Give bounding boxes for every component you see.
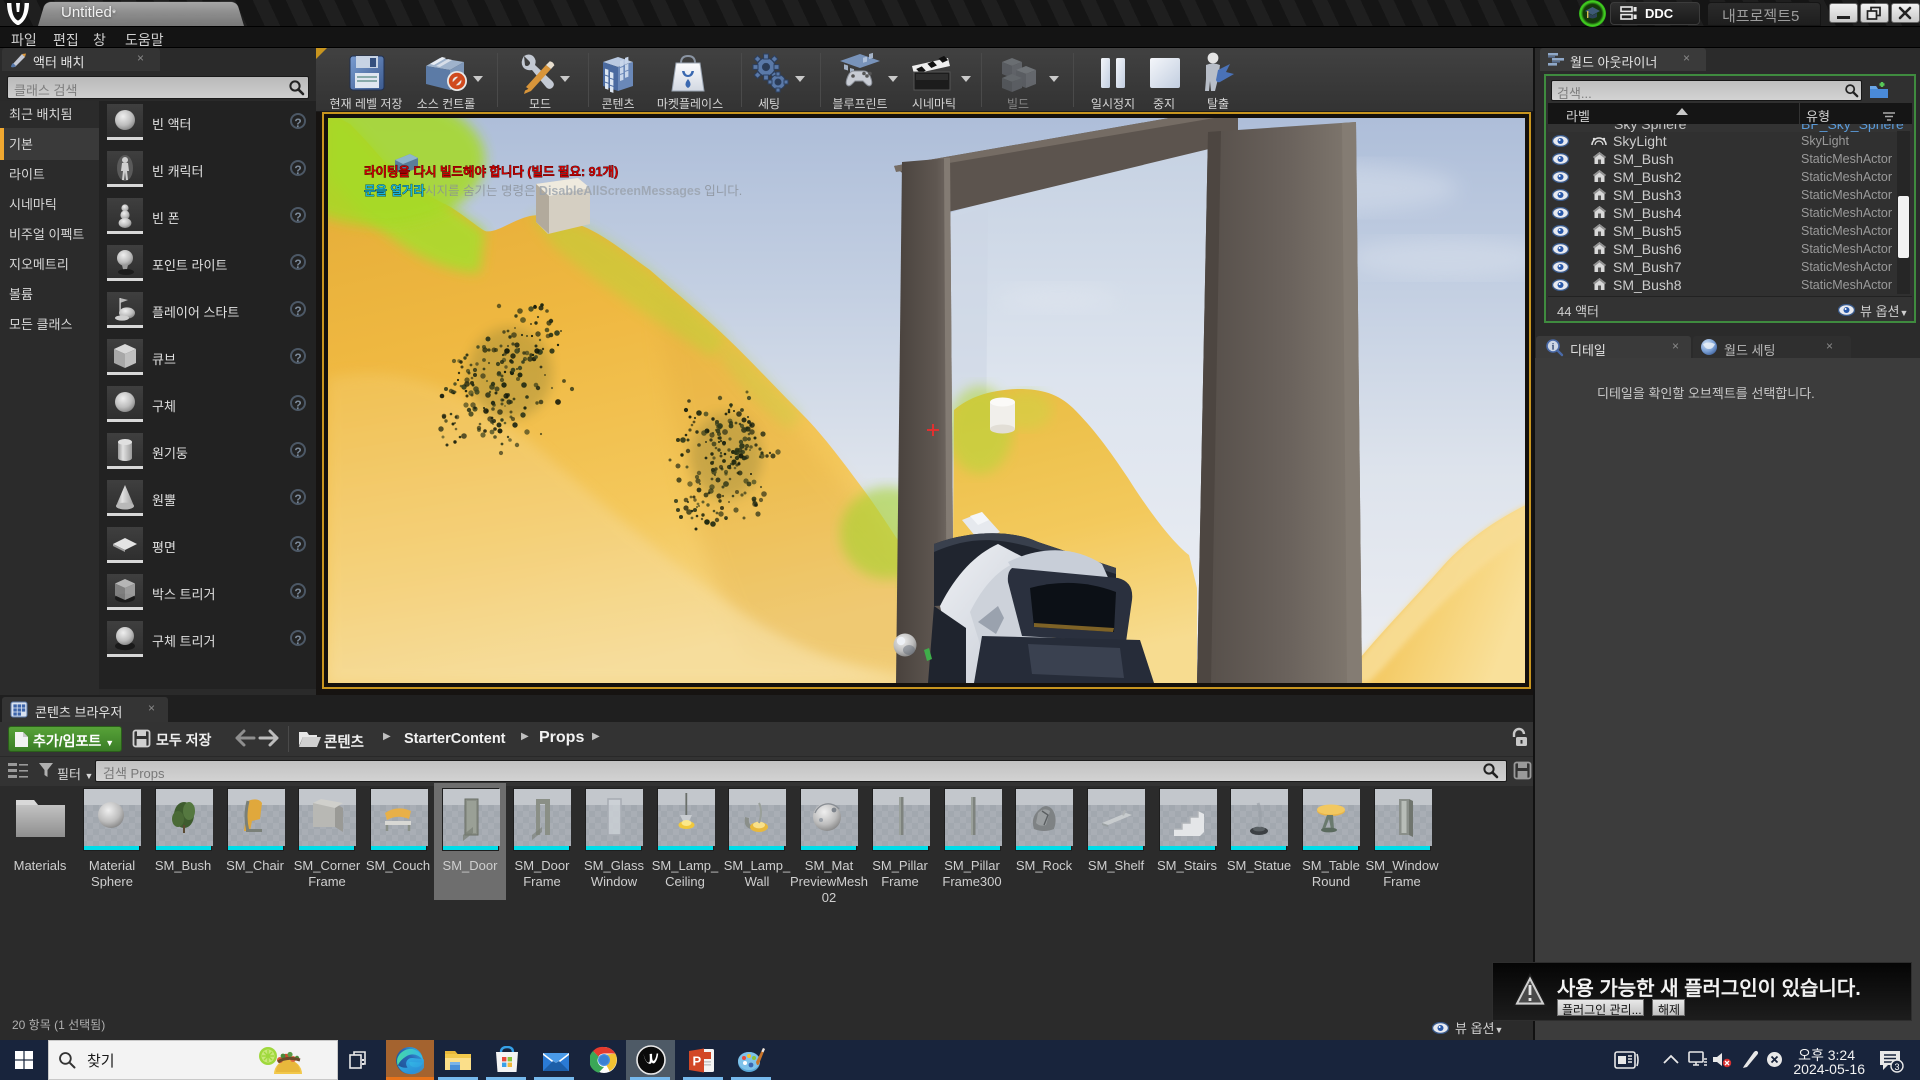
svg-text:P: P — [693, 1054, 702, 1069]
svg-text:시지를 숨기는 명령은 DisableAllScreenMe: 시지를 숨기는 명령은 DisableAllScreenMessages 입니다… — [425, 184, 742, 198]
svg-text:라이팅을 다시 빌드해야 합니다 (빌드 필요: 91개): 라이팅을 다시 빌드해야 합니다 (빌드 필요: 91개) — [364, 164, 618, 179]
svg-text:3: 3 — [1894, 1062, 1899, 1072]
svg-text:문을 열거라: 문을 열거라 — [364, 183, 425, 198]
